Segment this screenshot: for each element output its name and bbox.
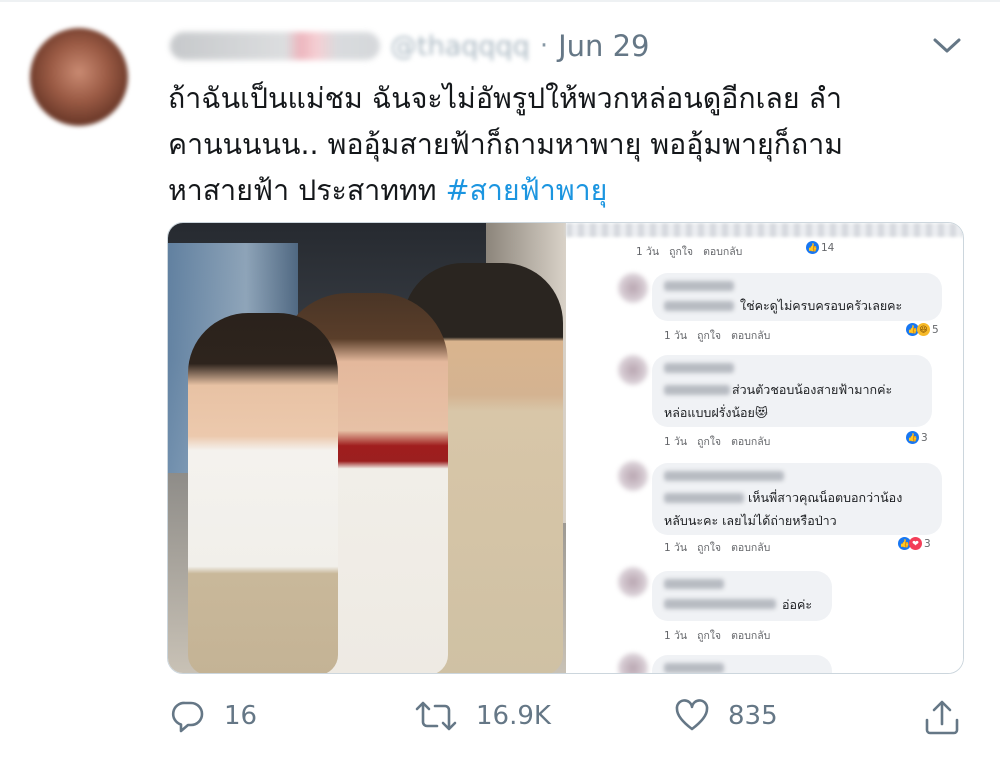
tweet-header: @thaqqqq · Jun 29 — [170, 26, 650, 66]
comment-reactions: 👍 ❤ 3 — [898, 537, 931, 550]
comment-reply-link[interactable]: ตอบกลับ — [703, 246, 742, 258]
comment-text: หล่อแบบฝรั่งน้อย😻 — [664, 405, 768, 420]
reply-icon — [171, 701, 204, 733]
commenter-name-blurred — [664, 363, 734, 373]
heart-icon — [675, 699, 709, 731]
share-icon[interactable] — [922, 698, 962, 738]
like-reaction-icon: 👍 — [906, 431, 919, 444]
love-reaction-icon: ❤ — [909, 537, 922, 550]
comment-reply-link[interactable]: ตอบกลับ — [731, 436, 770, 448]
comment-reply-link[interactable]: ตอบกลับ — [731, 330, 770, 342]
comment-time: 1 วัน — [664, 542, 688, 554]
comment-like-link[interactable]: ถูกใจ — [697, 436, 721, 448]
commenter-avatar[interactable] — [618, 355, 648, 385]
comment-reply-link[interactable]: ตอบกลับ — [731, 542, 770, 554]
commenter-avatar[interactable] — [618, 653, 648, 673]
tweet-media[interactable]: 1 วัน ถูกใจ ตอบกลับ 👍 14 ใช่คะดูไม่ครบครอบค… — [167, 222, 964, 674]
commenter-name-blurred — [664, 471, 784, 481]
author-name-blurred[interactable] — [170, 32, 380, 60]
commenter-avatar[interactable] — [618, 461, 648, 491]
commenter-avatar[interactable] — [618, 567, 648, 597]
comment-reply-link[interactable]: ตอบกลับ — [731, 630, 770, 642]
comment-text: อ่อค่ะ — [782, 597, 813, 612]
blurred-mention — [664, 493, 744, 503]
comment-reactions: 👍 3 — [906, 431, 928, 444]
reaction-count: 14 — [821, 241, 835, 254]
photo-child — [188, 313, 338, 673]
separator-dot: · — [539, 31, 549, 61]
author-avatar[interactable] — [30, 28, 128, 126]
reply-button[interactable]: 16 — [170, 698, 257, 734]
author-handle[interactable]: @thaqqqq — [390, 31, 530, 62]
tweet-text-line: คานนนนน.. พออุ้มสายฟ้าก็ถามหาพายุ พออุ้ม… — [168, 128, 843, 161]
chevron-down-icon[interactable] — [930, 34, 964, 56]
retweet-button[interactable]: 16.9K — [414, 698, 551, 734]
comment-meta: 1 วัน ถูกใจ ตอบกลับ — [664, 539, 780, 556]
comment-text: เห็นพี่สาวคุณน็อตบอกว่าน้อง — [748, 490, 903, 505]
comment-text: ส่วนตัวชอบน้องสายฟ้ามากค่ะ — [732, 382, 893, 397]
retweet-count: 16.9K — [476, 701, 551, 731]
tweet-text-line: หาสายฟ้า ประสาททท #สายฟ้าพายุ — [168, 168, 968, 214]
hashtag-link[interactable]: #สายฟ้าพายุ — [446, 174, 608, 207]
like-button[interactable]: 835 — [674, 698, 778, 734]
comment-reactions: 👍 14 — [806, 241, 834, 254]
reaction-count: 3 — [921, 431, 928, 444]
commenter-avatar[interactable] — [618, 273, 648, 303]
blurred-mention — [664, 301, 734, 311]
comment-time: 1 วัน — [664, 630, 688, 642]
comment-time: 1 วัน — [664, 436, 688, 448]
comment-bubble: ส่วนตัวชอบน้องสายฟ้ามากค่ะ หล่อแบบฝรั่งน… — [652, 355, 932, 427]
retweet-icon — [415, 701, 457, 731]
reaction-count: 5 — [932, 323, 939, 336]
reaction-count: 3 — [924, 537, 931, 550]
commenter-name-blurred — [664, 579, 724, 589]
cropped-comment-blurred — [566, 223, 963, 237]
haha-reaction-icon: 😆 — [917, 323, 930, 336]
reply-count: 16 — [224, 701, 258, 731]
commenter-name-blurred — [664, 663, 724, 673]
comment-time: 1 วัน — [664, 330, 688, 342]
comment-like-link[interactable]: ถูกใจ — [697, 630, 721, 642]
comment-bubble: อ่อค่ะ — [652, 571, 832, 621]
family-photo[interactable] — [168, 223, 566, 673]
comment-like-link[interactable]: ถูกใจ — [669, 246, 693, 258]
like-reaction-icon: 👍 — [806, 241, 819, 254]
like-count: 835 — [728, 701, 778, 731]
comment-time: 1 วัน — [636, 246, 660, 258]
comment-like-link[interactable]: ถูกใจ — [697, 542, 721, 554]
comment-reactions: 👍 😆 5 — [906, 323, 939, 336]
blurred-mention — [664, 599, 776, 609]
comment-meta: 1 วัน ถูกใจ ตอบกลับ — [636, 243, 752, 260]
comment-text: หลับนะคะ เลยไม่ได้ถ่ายหรือป่าว — [664, 513, 837, 528]
tweet-text: ถ้าฉันเป็นแม่ชม ฉันจะไม่อัพรูปให้พวกหล่อ… — [168, 76, 968, 214]
top-divider — [0, 0, 1000, 2]
comment-text: ใช่คะดูไม่ครบครอบครัวเลยคะ — [740, 298, 903, 313]
tweet-text-line: ถ้าฉันเป็นแม่ชม ฉันจะไม่อัพรูปให้พวกหล่อ… — [168, 82, 843, 115]
tweet-date[interactable]: Jun 29 — [558, 29, 649, 63]
commenter-name-blurred — [664, 281, 734, 291]
comment-like-link[interactable]: ถูกใจ — [697, 330, 721, 342]
tweet-actions: 16 16.9K 835 — [0, 690, 1000, 750]
tweet-text-line-part: หาสายฟ้า ประสาททท — [168, 174, 446, 207]
comment-meta: 1 วัน ถูกใจ ตอบกลับ — [664, 627, 780, 644]
comment-bubble: เห็นพี่สาวคุณน็อตบอกว่าน้อง หลับนะคะ เลย… — [652, 463, 942, 535]
comments-screenshot[interactable]: 1 วัน ถูกใจ ตอบกลับ 👍 14 ใช่คะดูไม่ครบครอบค… — [566, 223, 963, 673]
comment-meta: 1 วัน ถูกใจ ตอบกลับ — [664, 433, 780, 450]
comment-bubble: ใช่คะดูไม่ครบครอบครัวเลยคะ — [652, 273, 942, 321]
blurred-mention — [664, 385, 730, 395]
comment-meta: 1 วัน ถูกใจ ตอบกลับ — [664, 327, 780, 344]
comment-bubble-cropped — [652, 655, 832, 673]
